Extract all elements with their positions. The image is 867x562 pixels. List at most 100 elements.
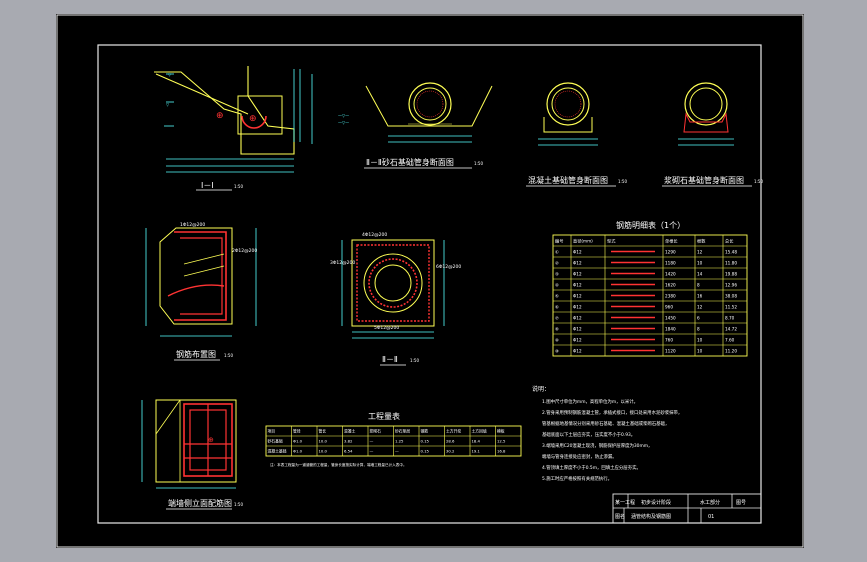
quantity-table-header: 砂石垫层 (395, 429, 410, 434)
rebar-table-cell: Φ12 (573, 316, 582, 321)
section-1-scale: 1:50 (234, 184, 243, 189)
section-3-title: 混凝土基础管身断面图 (528, 175, 608, 185)
quantity-table-cell: 19.1 (472, 449, 481, 454)
rebar-side-view: 1Φ12@200 2Φ12@200 钢筋布置图 1:50 (145, 222, 257, 361)
quantity-table-cell: 6.54 (344, 449, 353, 454)
rebar-front-label-top: 4Φ12@200 (362, 232, 387, 238)
rebar-table-cell: 15.48 (725, 250, 737, 255)
notes-line: 端墙与管身连接处应密封，防止渗漏。 (542, 453, 617, 460)
rebar-wall-view: ⊕ 端墙侧立面配筋图 1:50 (141, 399, 243, 510)
svg-text:▽: ▽ (166, 102, 170, 107)
rebar-table-cell: 19.88 (725, 272, 737, 277)
rebar-table-cell: 38.08 (725, 294, 737, 299)
rebar-table-cell: 1290 (665, 250, 676, 255)
rebar-table-cell: ① (555, 250, 559, 255)
title-block-discipline: 水工部分 (700, 499, 720, 506)
quantity-table-header: 管长 (319, 429, 327, 434)
svg-text:▽: ▽ (168, 72, 172, 77)
rebar-table-header: 直径(mm) (573, 238, 593, 244)
rebar-table-cell: 7.60 (725, 338, 735, 343)
quantity-table-header: 项目 (268, 429, 276, 434)
rebar-table-cell: ③ (555, 272, 559, 277)
quantity-table-cell: — (370, 449, 374, 454)
rebar-table-cell: 11.80 (725, 261, 737, 266)
quantity-table-cell: 12.5 (497, 439, 506, 444)
rebar-wall-title: 端墙侧立面配筋图 (168, 498, 232, 508)
rebar-table-cell: 10 (697, 349, 703, 354)
rebar-table-cell: 760 (665, 338, 673, 343)
rebar-table-cell: ⑧ (555, 327, 559, 332)
rebar-table-cell: ② (555, 261, 559, 266)
rebar-table-cell: Φ12 (573, 283, 582, 288)
rebar-table-cell: 2380 (665, 294, 676, 299)
title-block-sheet-label: 图号 (736, 500, 746, 506)
rebar-table-cell: 1450 (665, 316, 676, 321)
quantity-table-cell: 16.8 (497, 449, 506, 454)
rebar-table-cell: 6 (697, 316, 700, 321)
outer-frame (56, 14, 804, 548)
section-3-view: 混凝土基础管身断面图 1:50 (526, 82, 627, 187)
rebar-side-label-right: 2Φ12@200 (232, 248, 257, 254)
title-block-project: 某一工程 (615, 499, 635, 506)
rebar-table-cell: 1620 (665, 283, 676, 288)
rebar-table-cell: Φ12 (573, 305, 582, 310)
notes-line: 3.端墙采用C20混凝土现浇，钢筋保护层厚度为30mm， (542, 442, 652, 449)
section-4-view: 浆砌石基础管身断面图 1:50 (662, 82, 763, 187)
rebar-table: 钢筋明细表（1个） 编号 直径(mm) 型式 单根长 根数 总长 ① Φ12 1290 12 15.… (552, 220, 748, 357)
cad-drawing-canvas[interactable]: ⊕ ⊕ ▽ ▽ Ⅰ－Ⅰ 1:50 —▽— —▽— Ⅱ－Ⅱ砂石基础管身断面图 1:… (56, 14, 804, 548)
section-1-view: ⊕ ⊕ ▽ ▽ Ⅰ－Ⅰ 1:50 (154, 66, 313, 191)
rebar-table-header: 单根长 (665, 238, 678, 245)
rebar-side-title: 钢筋布置图 (176, 349, 216, 359)
quantity-table-cell: 3.82 (344, 439, 353, 444)
rebar-table-cell: ⑦ (555, 316, 559, 321)
title-block-sheet-no: 01 (708, 514, 714, 520)
rebar-table-cell: 1120 (665, 349, 676, 354)
rebar-table-cell: ⑥ (555, 305, 559, 310)
rebar-table-cell: 960 (665, 305, 673, 310)
notes-line: 1.图中尺寸单位为mm，高程单位为m，以米计。 (542, 398, 638, 405)
section-2-view: —▽— —▽— Ⅱ－Ⅱ砂石基础管身断面图 1:50 (338, 82, 493, 169)
rebar-table-cell: Φ12 (573, 272, 582, 277)
rebar-table-cell: 1180 (665, 261, 676, 266)
rebar-table-header: 型式 (607, 238, 616, 244)
rebar-side-scale: 1:50 (224, 353, 233, 358)
rebar-table-cell: 12 (697, 250, 703, 255)
quantity-table-header: 土方开挖 (446, 429, 461, 434)
quantity-table: 工程量表 注：本表工程量为一道涵管的工程量，管身长度按实际计算，端墙工程量已计入… (265, 411, 522, 467)
rebar-side-label-top: 1Φ12@200 (180, 222, 205, 228)
rebar-table-header: 总长 (725, 238, 734, 245)
quantity-table-cell: — (370, 439, 374, 444)
rebar-table-cell: 11.20 (725, 349, 737, 354)
rebar-table-cell: 8 (697, 327, 700, 332)
quantity-table-cell: 28.6 (446, 439, 455, 444)
rebar-table-cell: 11.52 (725, 305, 737, 310)
quantity-table-note: 注：本表工程量为一道涵管的工程量，管身长度按实际计算，端墙工程量已计入表中。 (270, 462, 407, 467)
section-2-title: Ⅱ－Ⅱ砂石基础管身断面图 (366, 157, 454, 167)
quantity-table-title: 工程量表 (368, 411, 400, 421)
quantity-table-header: 浆砌石 (370, 429, 382, 434)
quantity-table-cell: 18.4 (472, 439, 481, 444)
cad-viewer-background: ⊕ ⊕ ▽ ▽ Ⅰ－Ⅰ 1:50 —▽— —▽— Ⅱ－Ⅱ砂石基础管身断面图 1:… (0, 0, 867, 562)
svg-text:⊕: ⊕ (216, 111, 224, 121)
rebar-table-cell: 8 (697, 283, 700, 288)
quantity-table-cell: 0.15 (421, 449, 430, 454)
quantity-table-cell: Φ1.0 (293, 439, 303, 444)
rebar-table-cell: ⑨ (555, 338, 559, 343)
title-block: 某一工程 初步设计阶段 水工部分 图号 图名 涵管结构及钢筋图 01 (612, 493, 762, 524)
rebar-front-view: 3Φ12@200 4Φ12@200 5Φ12@200 6Φ12@200 Ⅱ－Ⅱ … (330, 232, 461, 366)
rebar-front-label-right: 6Φ12@200 (436, 264, 461, 270)
title-block-drawing-name: 涵管结构及钢筋图 (631, 513, 671, 520)
rebar-front-label-left: 3Φ12@200 (330, 260, 355, 266)
quantity-table-cell: 砂石基础 (268, 439, 283, 444)
rebar-table-cell: ⑤ (555, 294, 559, 299)
svg-text:—▽—: —▽— (338, 113, 349, 118)
section-1-title: Ⅰ－Ⅰ (201, 181, 214, 190)
notes-line: 管基根据地基情况分别采用砂石基础、混凝土基础或浆砌石基础， (542, 420, 669, 427)
rebar-table-cell: ④ (555, 283, 559, 288)
notes-line: 5.施工时应严格按照有关规范执行。 (542, 475, 612, 482)
drawing-sheet[interactable]: ⊕ ⊕ ▽ ▽ Ⅰ－Ⅰ 1:50 —▽— —▽— Ⅱ－Ⅱ砂石基础管身断面图 1:… (56, 14, 804, 548)
quantity-table-cell: 1.25 (395, 439, 404, 444)
rebar-table-cell: 1840 (665, 327, 676, 332)
section-3-scale: 1:50 (618, 179, 627, 184)
rebar-table-cell: 14 (697, 272, 703, 277)
